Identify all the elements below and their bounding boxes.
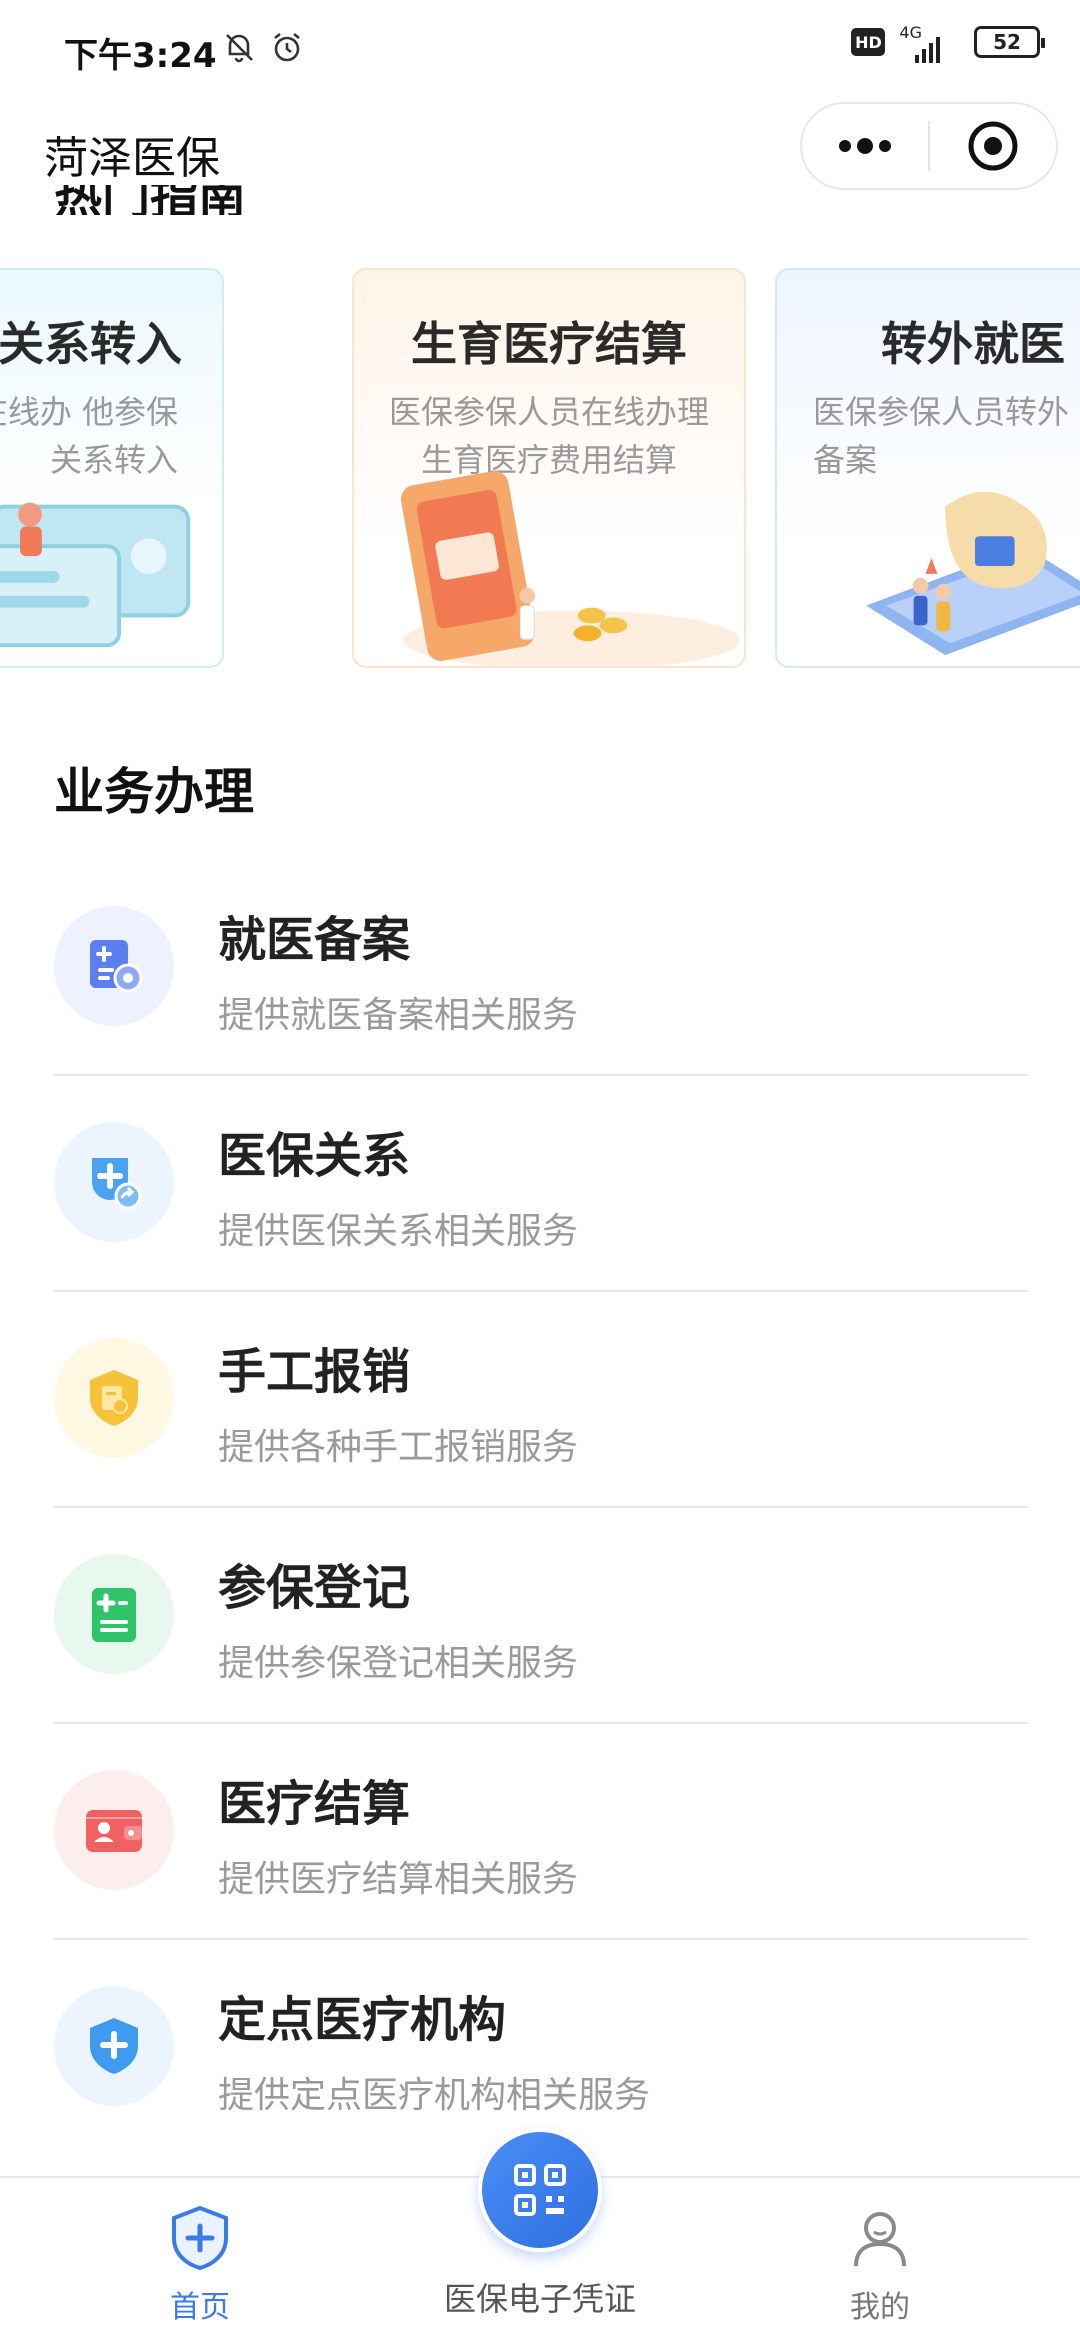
id-card-illustration-icon — [0, 502, 191, 648]
status-time: 下午3:24 — [64, 36, 217, 76]
qr-code-button[interactable] — [478, 2128, 602, 2252]
hd-badge: HD — [851, 28, 886, 56]
more-button[interactable] — [802, 104, 928, 188]
card-title: 保关系转入 — [0, 317, 182, 371]
tab-bar: 首页 医保电子凭证 我的 — [0, 2128, 1080, 2340]
card-title: 转外就医 — [881, 317, 1065, 371]
hot-guide-title: 热门指南 — [54, 185, 247, 215]
reimbursement-shield-icon — [90, 1370, 138, 1426]
biz-item-insurance-relation[interactable]: 医保关系 提供医保关系相关服务 — [54, 1076, 1028, 1292]
status-right: HD 4G 52 — [851, 23, 1045, 63]
signal-icon — [915, 36, 941, 63]
medical-shield-icon — [90, 2018, 138, 2074]
user-profile-icon — [854, 2212, 906, 2267]
medical-record-icon — [90, 940, 143, 993]
biz-desc: 提供参保登记相关服务 — [218, 1643, 579, 1684]
close-miniprogram-button[interactable] — [930, 104, 1056, 188]
more-dots-icon — [839, 138, 891, 154]
tab-home[interactable]: 首页 — [130, 2202, 270, 2326]
biz-name: 手工报销 — [218, 1344, 411, 1400]
tab-label: 医保电子凭证 — [443, 2280, 636, 2318]
page-title: 菏泽医保 — [44, 133, 220, 184]
biz-item-settlement[interactable]: 医疗结算 提供医疗结算相关服务 — [54, 1724, 1028, 1940]
guide-card-transfer-out[interactable]: 转外就医 医保参保人员转外 疗备案 — [775, 268, 1080, 668]
wallet-icon — [86, 1810, 142, 1852]
status-bar: 下午3:24 HD 4G 52 — [0, 0, 1080, 100]
biz-name: 参保登记 — [218, 1560, 411, 1616]
miniprogram-capsule — [800, 102, 1058, 190]
biz-desc: 提供各种手工报销服务 — [218, 1427, 579, 1468]
biz-desc: 提供就医备案相关服务 — [218, 995, 579, 1036]
biz-name: 医保关系 — [218, 1128, 411, 1184]
card-title: 生育医疗结算 — [411, 317, 687, 371]
tab-label: 我的 — [850, 2290, 910, 2325]
business-section-title: 业务办理 — [54, 763, 254, 821]
biz-icon-bg — [54, 1986, 174, 2106]
target-close-icon — [968, 121, 1018, 171]
biz-item-designated-institution[interactable]: 定点医疗机构 提供定点医疗机构相关服务 — [54, 1940, 1028, 2156]
business-list: 就医备案 提供就医备案相关服务 医保关系 提供医保关系相关服务 手工报销 提供各… — [54, 860, 1028, 2156]
battery-indicator: 52 — [974, 26, 1045, 58]
qr-code-icon — [514, 2164, 566, 2216]
biz-name: 定点医疗机构 — [218, 1992, 507, 2048]
biz-icon-bg — [54, 1770, 174, 1890]
guide-card-transfer-in[interactable]: 保关系转入 参保人员在线办 他参保关系转入 — [0, 268, 224, 668]
biz-icon-bg — [54, 1122, 174, 1242]
phone-coins-illustration-icon — [400, 471, 740, 666]
map-scroll-illustration-icon — [866, 491, 1080, 656]
tab-label: 首页 — [170, 2290, 230, 2325]
biz-name: 就医备案 — [218, 912, 411, 968]
biz-desc: 提供医疗结算相关服务 — [218, 1859, 579, 1900]
tab-mine[interactable]: 我的 — [810, 2202, 950, 2326]
biz-desc: 提供医保关系相关服务 — [218, 1211, 579, 1252]
biz-item-medical-record[interactable]: 就医备案 提供就医备案相关服务 — [54, 860, 1028, 1076]
mute-bell-icon — [226, 34, 253, 63]
alarm-clock-icon — [274, 32, 300, 62]
biz-icon-bg — [54, 906, 174, 1026]
home-shield-icon — [172, 2205, 228, 2271]
registration-doc-icon — [92, 1588, 136, 1642]
biz-desc: 提供定点医疗机构相关服务 — [218, 2075, 651, 2116]
guide-card-maternity[interactable]: 生育医疗结算 医保参保人员在线办理生育医疗费用结算 — [352, 268, 746, 668]
biz-icon-bg — [54, 1338, 174, 1458]
tab-insurance-qr[interactable]: 医保电子凭证 — [420, 2128, 660, 2320]
biz-item-registration[interactable]: 参保登记 提供参保登记相关服务 — [54, 1508, 1028, 1724]
biz-name: 医疗结算 — [218, 1776, 411, 1832]
insurance-transfer-icon — [92, 1158, 142, 1210]
status-notification-icons — [222, 30, 304, 64]
signal-group: 4G — [899, 23, 941, 63]
biz-item-manual-reimbursement[interactable]: 手工报销 提供各种手工报销服务 — [54, 1292, 1028, 1508]
biz-icon-bg — [54, 1554, 174, 1674]
hot-guide-carousel[interactable]: 保关系转入 参保人员在线办 他参保关系转入 生育医疗结算 医保参保人员在线办理生… — [0, 268, 1080, 670]
